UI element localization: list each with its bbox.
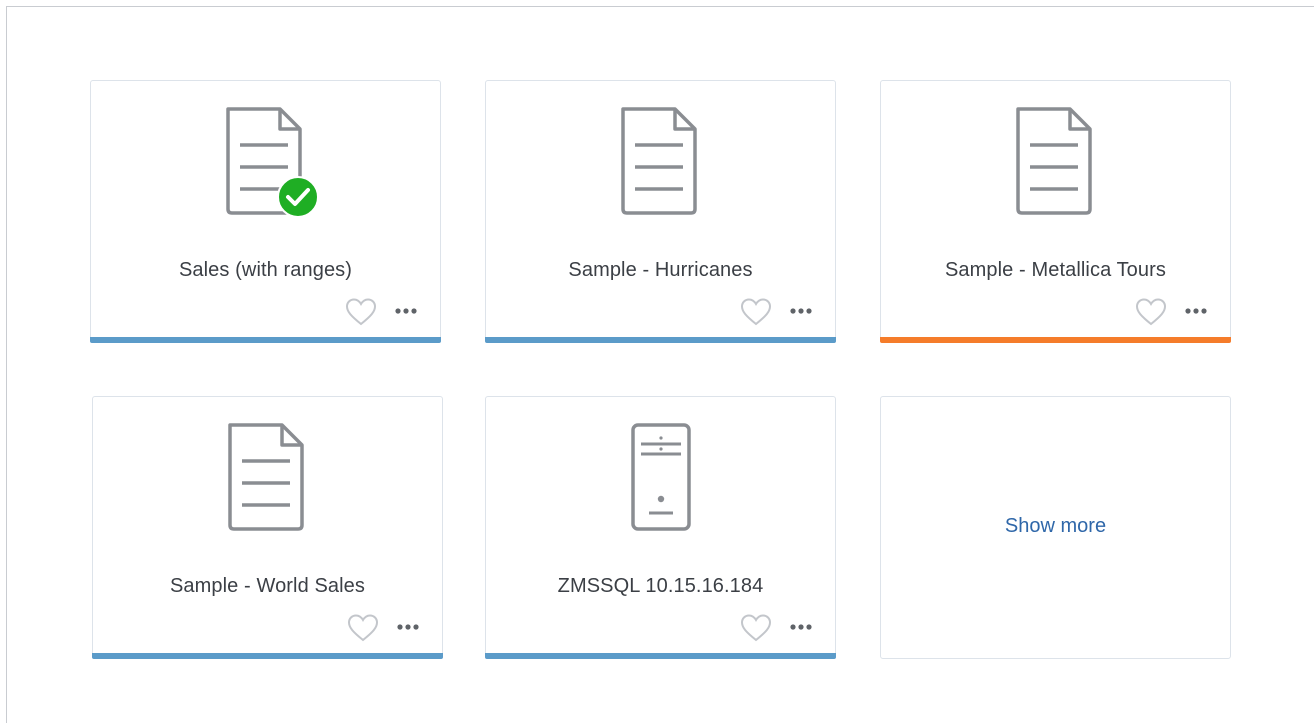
- more-options-icon[interactable]: [392, 299, 420, 323]
- document-icon: [1006, 105, 1106, 215]
- card-title: Sales (with ranges): [178, 259, 353, 281]
- card-title: Sample - World Sales: [169, 575, 366, 597]
- content-panel: Sales (with ranges) Sample - Hurricanes: [6, 6, 1314, 723]
- card-title: ZMSSQL 10.15.16.184: [557, 575, 764, 597]
- more-options-icon[interactable]: [394, 615, 422, 639]
- datasource-card-zmssql[interactable]: ZMSSQL 10.15.16.184: [485, 396, 836, 659]
- more-options-icon[interactable]: [787, 299, 815, 323]
- heart-icon[interactable]: [1135, 297, 1167, 327]
- show-more-card[interactable]: Show more: [880, 396, 1231, 659]
- card-title: Sample - Hurricanes: [568, 259, 753, 281]
- datasource-card-sample-metallica-tours[interactable]: Sample - Metallica Tours: [880, 80, 1231, 343]
- datasource-card-sample-hurricanes[interactable]: Sample - Hurricanes: [485, 80, 836, 343]
- heart-icon[interactable]: [740, 297, 772, 327]
- card-accent-bar: [485, 337, 836, 343]
- card-accent-bar: [485, 653, 836, 659]
- card-accent-bar: [880, 337, 1231, 343]
- server-icon: [611, 421, 711, 531]
- card-accent-bar: [92, 653, 443, 659]
- document-icon: [611, 105, 711, 215]
- datasource-card-sample-world-sales[interactable]: Sample - World Sales: [92, 396, 443, 659]
- card-title: Sample - Metallica Tours: [944, 259, 1166, 281]
- heart-icon[interactable]: [345, 297, 377, 327]
- check-badge-icon: [276, 176, 319, 218]
- datasource-card-sales-with-ranges[interactable]: Sales (with ranges): [90, 80, 441, 343]
- more-options-icon[interactable]: [787, 615, 815, 639]
- heart-icon[interactable]: [347, 613, 379, 643]
- document-icon: [218, 421, 318, 531]
- show-more-link[interactable]: Show more: [881, 515, 1230, 538]
- more-options-icon[interactable]: [1182, 299, 1210, 323]
- document-icon: [216, 105, 319, 218]
- heart-icon[interactable]: [740, 613, 772, 643]
- card-accent-bar: [90, 337, 441, 343]
